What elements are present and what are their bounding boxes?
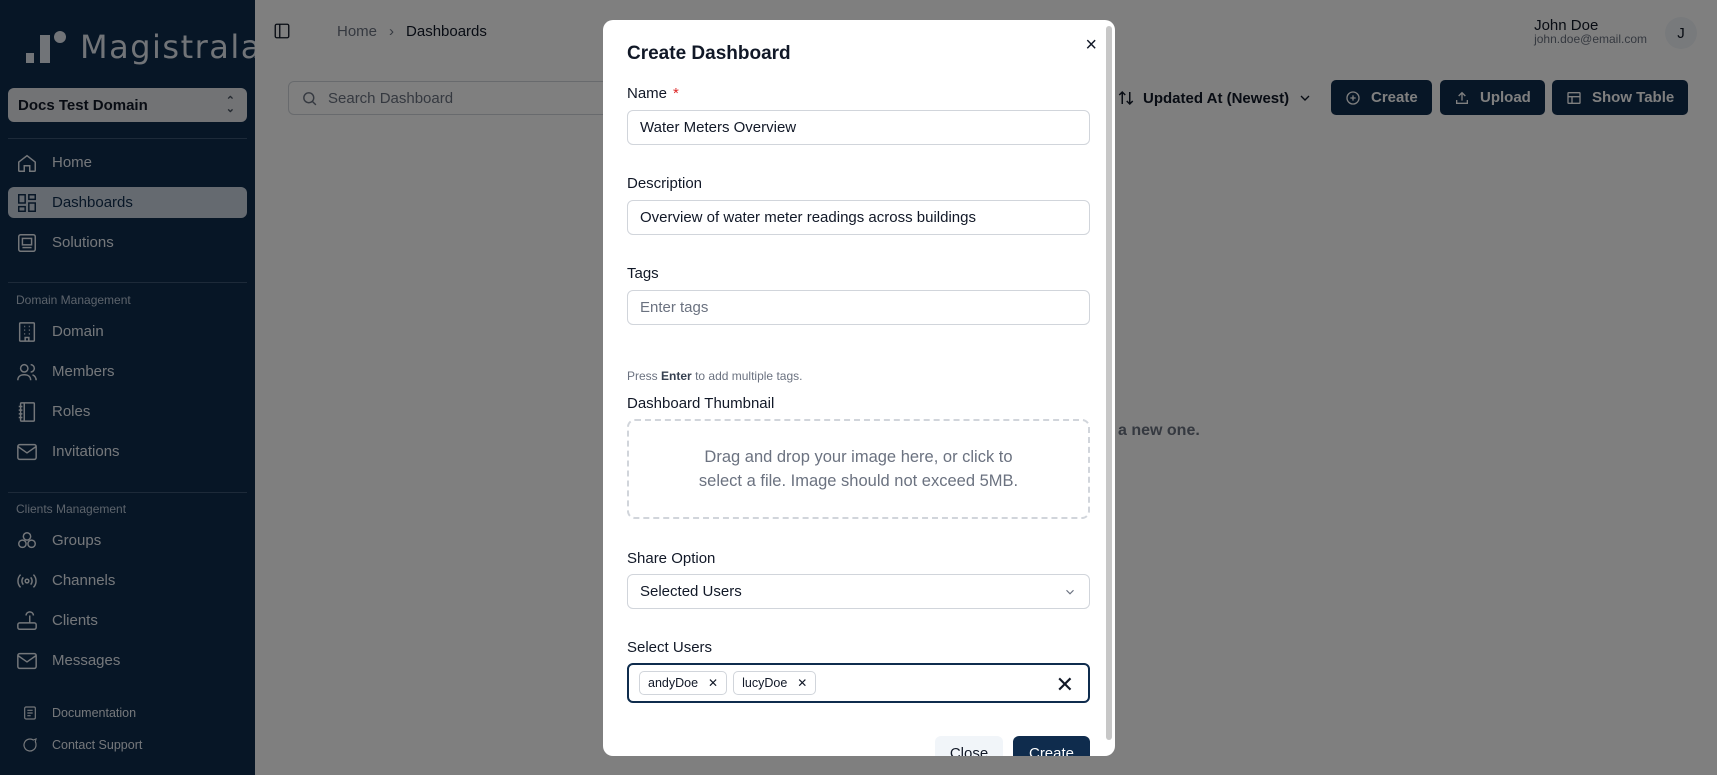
description-field-value: Overview of water meter readings across … <box>640 209 976 226</box>
remove-chip-icon[interactable]: ✕ <box>797 676 807 690</box>
user-chip: andyDoe ✕ <box>639 671 728 695</box>
dropzone-text: Drag and drop your image here, or click … <box>698 448 1019 490</box>
tags-hint: Press Enter to add multiple tags. <box>627 369 802 383</box>
tags-input[interactable]: Enter tags <box>627 290 1090 325</box>
create-dashboard-button[interactable]: Create <box>1013 736 1090 756</box>
tags-placeholder: Enter tags <box>640 299 709 316</box>
close-icon[interactable]: × <box>1085 34 1097 57</box>
select-users-label: Select Users <box>627 639 713 656</box>
modal-scrollbar[interactable] <box>1106 26 1112 740</box>
select-users-input[interactable]: andyDoe ✕ lucyDoe ✕ ✕ <box>627 663 1090 703</box>
thumbnail-dropzone[interactable]: Drag and drop your image here, or click … <box>627 419 1090 519</box>
name-label-text: Name <box>627 85 668 102</box>
tags-hint-key: Enter <box>661 369 692 383</box>
user-chip-label: andyDoe <box>648 676 699 690</box>
tags-hint-suffix: to add multiple tags. <box>695 369 803 383</box>
name-label: Name * <box>627 85 679 102</box>
user-chip-label: lucyDoe <box>742 676 788 690</box>
create-dashboard-dialog: × Create Dashboard Name * Water Meters Ov… <box>603 20 1115 756</box>
name-field-value: Water Meters Overview <box>640 119 797 136</box>
share-option-label: Share Option <box>627 550 716 567</box>
clear-all-icon[interactable]: ✕ <box>1056 672 1074 698</box>
remove-chip-icon[interactable]: ✕ <box>708 676 718 690</box>
share-option-select[interactable]: Selected Users <box>627 574 1090 609</box>
description-label: Description <box>627 175 703 192</box>
close-button[interactable]: Close <box>935 736 1003 756</box>
dialog-title: Create Dashboard <box>627 43 791 64</box>
chevron-down-icon <box>1066 589 1074 595</box>
share-option-value: Selected Users <box>640 583 742 600</box>
tags-hint-prefix: Press <box>627 369 658 383</box>
required-mark: * <box>673 85 679 102</box>
name-field[interactable]: Water Meters Overview <box>627 110 1090 145</box>
tags-label: Tags <box>627 265 659 282</box>
user-chip: lucyDoe ✕ <box>733 671 817 695</box>
thumbnail-label: Dashboard Thumbnail <box>627 395 775 412</box>
description-field[interactable]: Overview of water meter readings across … <box>627 200 1090 235</box>
